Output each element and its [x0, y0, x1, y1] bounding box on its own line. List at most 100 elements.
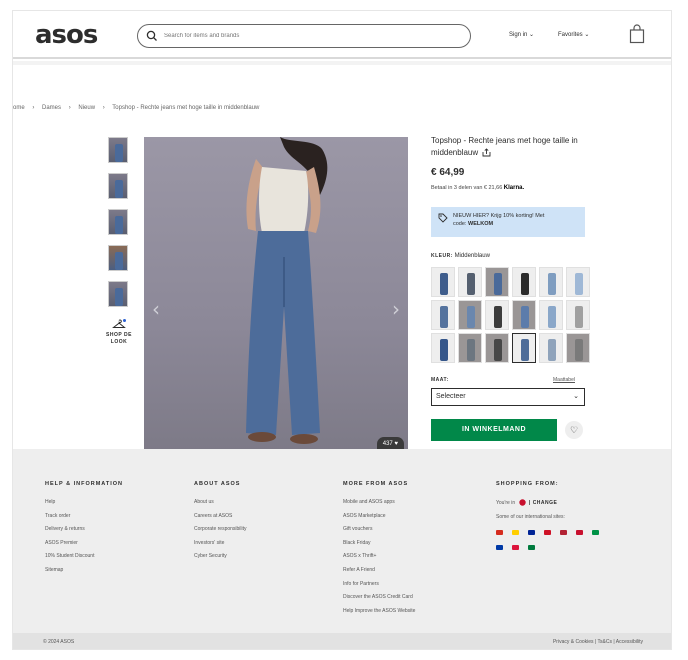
shop-look-line1: SHOP DE: [106, 332, 132, 338]
klarna-info: Betaal in 3 delen van € 21,66 Klarna.: [431, 185, 524, 191]
product-image[interactable]: ‹ › 437 ♥: [144, 137, 408, 451]
footer-link[interactable]: Black Friday: [343, 537, 483, 551]
footer-link[interactable]: About us: [194, 496, 334, 510]
color-swatch[interactable]: [566, 267, 590, 297]
thumbnail[interactable]: [108, 137, 128, 163]
product-title: Topshop - Rechte jeans met hoge taille i…: [431, 135, 593, 159]
country-flag-icon[interactable]: [512, 545, 519, 550]
color-swatch[interactable]: [566, 300, 590, 330]
shopping-bag-icon[interactable]: [629, 24, 645, 44]
size-guide-link[interactable]: Maattabel: [553, 377, 575, 383]
footer-shopping-column: SHOPPING FROM: You're in | CHANGE Some o…: [496, 481, 636, 550]
footer-link[interactable]: Careers at ASOS: [194, 510, 334, 524]
footer-link[interactable]: ASOS Marketplace: [343, 510, 483, 524]
footer-bottom-bar: © 2024 ASOS Privacy & Cookies | Ts&Cs | …: [13, 633, 671, 649]
change-country-link[interactable]: | CHANGE: [529, 500, 557, 506]
breadcrumb-separator: ›: [68, 105, 71, 111]
color-swatch[interactable]: [539, 333, 563, 363]
footer-heading: HELP & INFORMATION: [45, 481, 123, 487]
asos-logo[interactable]: asos: [35, 20, 98, 50]
color-swatch[interactable]: [485, 300, 509, 330]
color-swatch[interactable]: [458, 333, 482, 363]
color-swatch[interactable]: [485, 333, 509, 363]
model-figure: [246, 137, 328, 444]
breadcrumb-nieuw[interactable]: Nieuw: [78, 105, 95, 111]
thumbnail[interactable]: [108, 173, 128, 199]
footer-link[interactable]: Corporate responsibility: [194, 523, 334, 537]
color-swatch[interactable]: [512, 333, 536, 363]
country-flag-icon[interactable]: [560, 530, 567, 535]
footer-link[interactable]: Cyber Security: [194, 550, 334, 564]
color-swatch[interactable]: [431, 267, 455, 297]
search-icon: [146, 30, 157, 41]
klarna-text: Betaal in 3 delen van € 21,66: [431, 185, 503, 191]
footer-link[interactable]: Help Improve the ASOS Website: [343, 605, 483, 619]
footer-link[interactable]: Track order: [45, 510, 185, 524]
shop-the-look-button[interactable]: SHOP DE LOOK: [99, 319, 139, 346]
breadcrumb-home[interactable]: ome: [13, 105, 25, 111]
size-select-value: Selecteer: [436, 393, 466, 400]
country-flag-icon[interactable]: [528, 545, 535, 550]
footer-link[interactable]: Delivery & returns: [45, 523, 185, 537]
country-flag-icon[interactable]: [496, 545, 503, 550]
color-swatch[interactable]: [485, 267, 509, 297]
klarna-logo[interactable]: Klarna.: [504, 185, 524, 191]
country-flag-icon[interactable]: [512, 530, 519, 535]
promo-line1: NIEUW HIER? Krijg 10% korting! Met: [453, 213, 545, 219]
country-flag-icon[interactable]: [496, 530, 503, 535]
next-image-arrow[interactable]: ›: [392, 297, 400, 321]
country-flag-icon[interactable]: [592, 530, 599, 535]
color-swatch[interactable]: [539, 300, 563, 330]
copyright: © 2024 ASOS: [43, 639, 75, 645]
footer-link[interactable]: ASOS Premier: [45, 537, 185, 551]
heart-icon: ♡: [569, 425, 579, 435]
add-to-cart-button[interactable]: IN WINKELMAND: [431, 419, 557, 441]
thumbnail[interactable]: [108, 245, 128, 271]
search-input[interactable]: [164, 29, 454, 43]
site-header: asos Sign in ⌄ Favorites ⌄: [13, 11, 671, 59]
footer-link[interactable]: Investors' site: [194, 537, 334, 551]
share-icon[interactable]: [482, 148, 491, 157]
color-swatch[interactable]: [431, 333, 455, 363]
breadcrumb-dames[interactable]: Dames: [42, 105, 61, 111]
search-bar[interactable]: [137, 24, 471, 48]
country-flag-icon: [518, 499, 526, 506]
country-flag-icon[interactable]: [544, 530, 551, 535]
size-select[interactable]: Selecteer ⌄: [431, 388, 585, 406]
promo-banner: NIEUW HIER? Krijg 10% korting! Met code:…: [431, 207, 585, 237]
color-label: KLEUR: Middenblauw: [431, 253, 490, 259]
footer-link[interactable]: ASOS x Thrift+: [343, 550, 483, 564]
color-swatch[interactable]: [458, 300, 482, 330]
footer-link[interactable]: Mobile and ASOS apps: [343, 496, 483, 510]
footer-link[interactable]: 10% Student Discount: [45, 550, 185, 564]
color-swatch[interactable]: [512, 300, 536, 330]
breadcrumb-current: Topshop - Rechte jeans met hoge taille i…: [112, 105, 260, 111]
color-swatch[interactable]: [566, 333, 590, 363]
footer-link[interactable]: Discover the ASOS Credit Card: [343, 591, 483, 605]
sign-in-link[interactable]: Sign in ⌄: [509, 31, 534, 38]
color-swatch[interactable]: [458, 267, 482, 297]
footer-link[interactable]: Info for Partners: [343, 578, 483, 592]
thumbnail[interactable]: [108, 281, 128, 307]
chevron-down-icon: ⌄: [573, 393, 579, 400]
promo-code: WELKOM: [468, 221, 494, 227]
color-swatch[interactable]: [539, 267, 563, 297]
current-country: You're in | CHANGE: [496, 496, 636, 510]
previous-image-arrow[interactable]: ‹: [152, 297, 160, 321]
country-flag-icon[interactable]: [576, 530, 583, 535]
color-swatch[interactable]: [512, 267, 536, 297]
footer-link[interactable]: Help: [45, 496, 185, 510]
footer-heading: ABOUT ASOS: [194, 481, 241, 487]
thumbnail[interactable]: [108, 209, 128, 235]
save-favorite-button[interactable]: ♡: [565, 421, 583, 439]
legal-links[interactable]: Privacy & Cookies | Ts&Cs | Accessibilit…: [553, 633, 643, 649]
color-swatch[interactable]: [431, 300, 455, 330]
footer-link[interactable]: Sitemap: [45, 564, 185, 578]
footer-link[interactable]: Gift vouchers: [343, 523, 483, 537]
hanger-icon: [112, 319, 126, 328]
intl-sites-label: Some of our international sites:: [496, 514, 565, 520]
intl-flag-grid: [496, 530, 636, 550]
footer-link[interactable]: Refer A Friend: [343, 564, 483, 578]
favorites-link[interactable]: Favorites ⌄: [558, 31, 589, 38]
country-flag-icon[interactable]: [528, 530, 535, 535]
